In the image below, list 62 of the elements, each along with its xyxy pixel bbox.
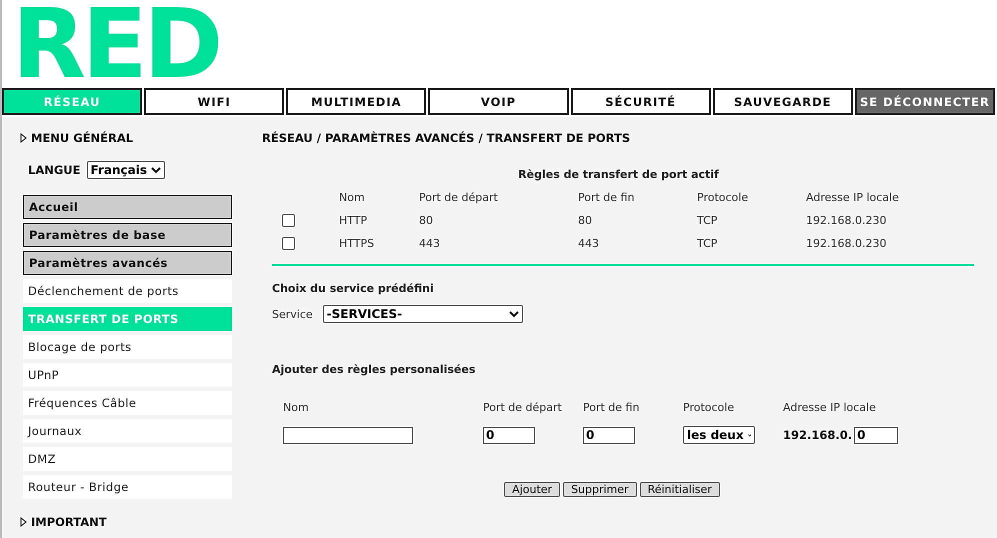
table-cell-text: 192.168.0.230: [806, 214, 888, 227]
section-title: Choix du service prédéfini: [272, 282, 435, 295]
menu-heading: MENU GÉNÉRAL: [31, 131, 134, 145]
nav-tab[interactable]: WIFI: [144, 88, 284, 115]
table-cell-text: 443: [578, 237, 600, 250]
menu-item[interactable]: DMZ: [23, 447, 232, 471]
start-port-input[interactable]: 0: [483, 426, 535, 444]
nav-tab[interactable]: SÉCURITÉ: [570, 88, 711, 115]
breadcrumb: RÉSEAU / PARAMÈTRES AVANCÉS / TRANSFERT DE PORTS: [262, 131, 632, 145]
ip-prefix: 192.168.0.: [783, 428, 852, 442]
column-header: Port de départ: [483, 401, 563, 414]
menu-heading: IMPORTANT: [31, 515, 107, 529]
menu-section[interactable]: Paramètres de base: [23, 223, 232, 247]
column-header: Protocole: [683, 401, 736, 414]
section-title: Ajouter des règles personalisées: [272, 363, 476, 376]
triangle-right-icon: [20, 517, 27, 527]
nav-tab[interactable]: MULTIMEDIA: [286, 88, 426, 115]
language-label: LANGUE: [28, 163, 80, 177]
menu-item[interactable]: UPnP: [23, 363, 232, 387]
column-header: Protocole: [697, 191, 750, 204]
form-button[interactable]: Réinitialiser: [640, 482, 720, 497]
menu-item[interactable]: Déclenchement de ports: [23, 279, 232, 303]
chevron-down-icon: [150, 166, 161, 174]
table-cell-text: HTTP: [339, 214, 368, 227]
column-header: Adresse IP locale: [806, 191, 900, 204]
table-cell-text: 80: [578, 214, 593, 227]
table-cell-text: 80: [419, 214, 434, 227]
menu-item[interactable]: Journaux: [23, 419, 232, 443]
column-header: Port de fin: [578, 191, 636, 204]
column-header: Port de fin: [583, 401, 640, 414]
form-button[interactable]: Supprimer: [563, 482, 637, 497]
end-port-input[interactable]: 0: [583, 426, 635, 444]
nav-tab[interactable]: VOIP: [428, 88, 569, 115]
protocol-select[interactable]: les deux: [683, 426, 755, 444]
nav-tab[interactable]: SAUVEGARDE: [712, 88, 853, 115]
menu-item[interactable]: Fréquences Câble: [23, 391, 232, 415]
column-header: Port de départ: [419, 191, 499, 204]
table-cell-text: TCP: [697, 214, 718, 227]
checkbox[interactable]: [282, 214, 295, 227]
logo: RED: [12, 0, 220, 88]
table-cell-text: TCP: [697, 237, 718, 250]
ip-input[interactable]: 0: [854, 426, 898, 444]
name-input[interactable]: [283, 426, 413, 444]
language-select[interactable]: Français: [86, 161, 165, 179]
table-cell-text: 443: [419, 237, 441, 250]
menu-section[interactable]: Accueil: [23, 195, 232, 219]
service-select[interactable]: -SERVICES-: [322, 305, 523, 323]
column-header: Nom: [339, 191, 366, 204]
menu-item[interactable]: Blocage de ports: [23, 335, 232, 359]
menu-item[interactable]: Routeur - Bridge: [23, 475, 232, 499]
service-label: Service: [272, 308, 313, 320]
menu-section[interactable]: Paramètres avancés: [23, 251, 232, 275]
column-header: Nom: [283, 401, 310, 414]
table-cell-text: HTTPS: [339, 237, 376, 250]
checkbox[interactable]: [282, 237, 295, 250]
column-header: Adresse IP locale: [783, 401, 877, 414]
chevron-down-icon: [508, 310, 519, 318]
table-cell-text: 192.168.0.230: [806, 237, 888, 250]
section-title: Règles de transfert de port actif: [517, 168, 720, 181]
triangle-right-icon: [20, 133, 27, 143]
logout-button[interactable]: SE DÉCONNECTER: [854, 88, 995, 115]
form-button[interactable]: Ajouter: [504, 482, 560, 497]
